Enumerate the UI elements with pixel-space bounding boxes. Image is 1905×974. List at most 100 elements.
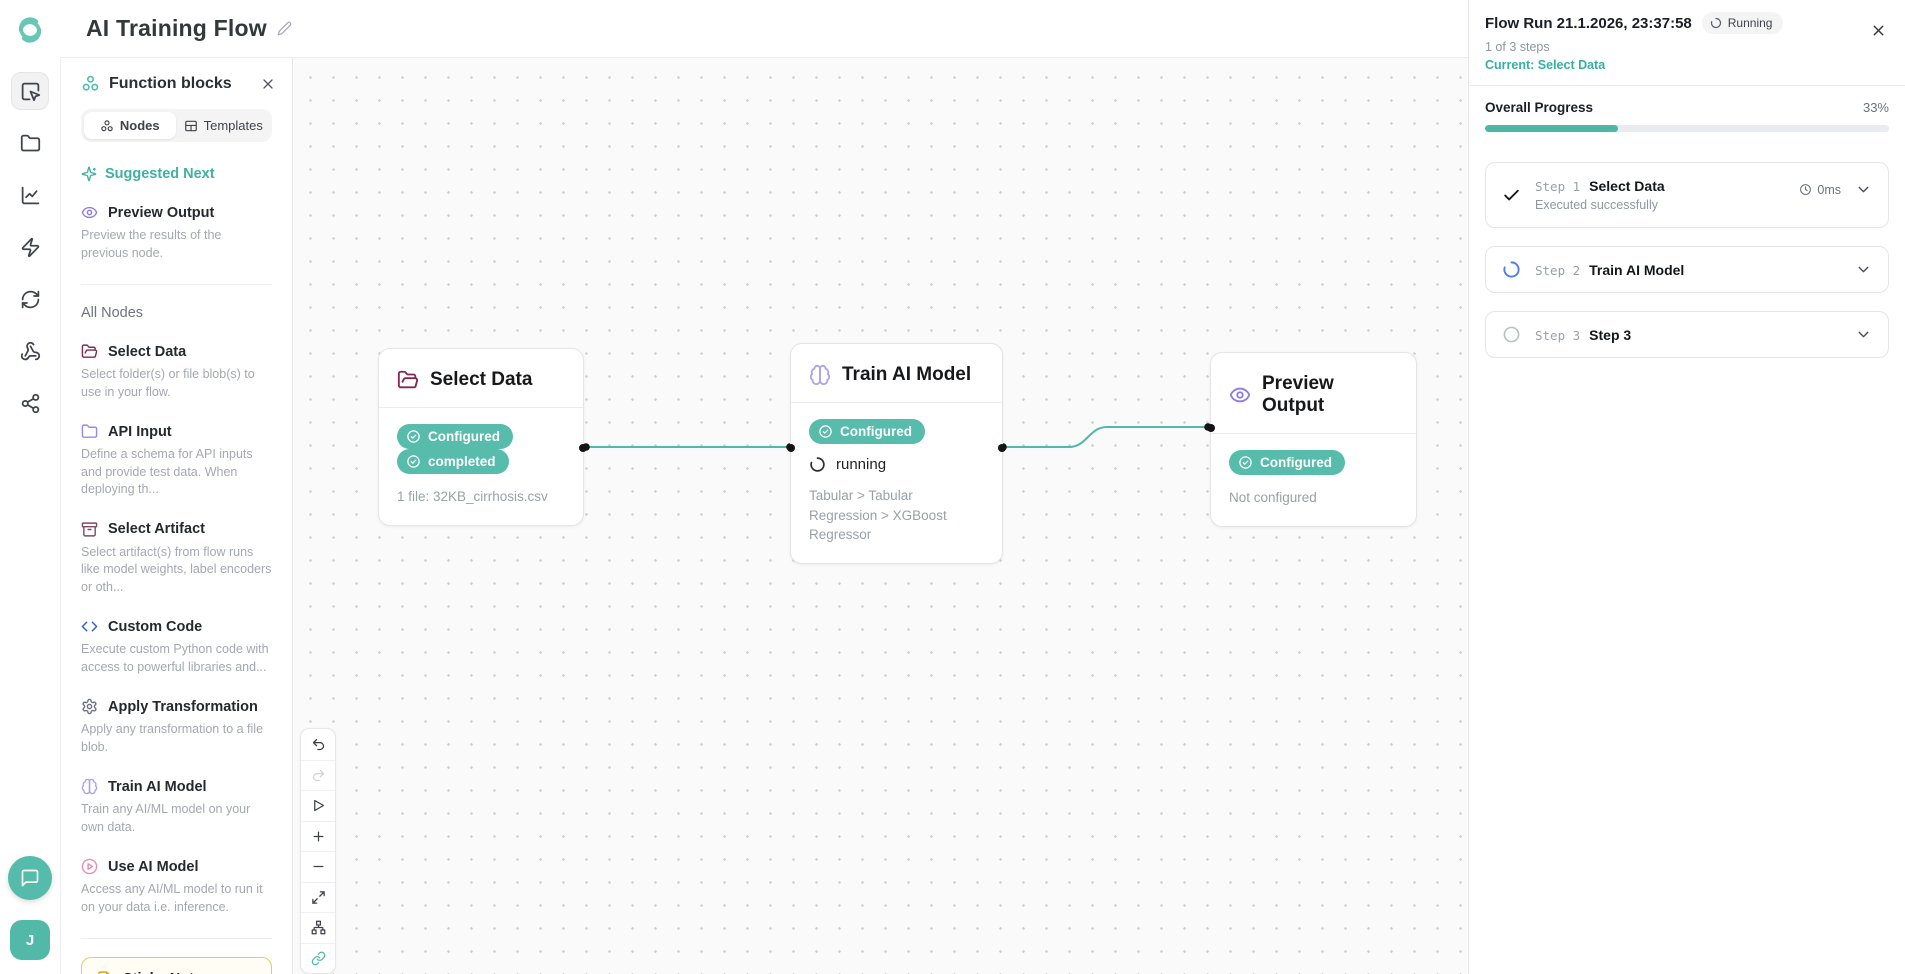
user-avatar[interactable]: J [10, 920, 50, 960]
node-item-select-artifact[interactable]: Select Artifact Select artifact(s) from … [81, 521, 272, 597]
canvas-node-preview-output[interactable]: Preview Output Configured Not configured [1210, 352, 1417, 527]
configured-badge: Configured [1229, 450, 1345, 475]
output-handle[interactable] [998, 444, 1006, 452]
progress-percent: 33% [1863, 100, 1889, 115]
suggested-next-label: Suggested Next [81, 166, 272, 182]
redo-icon[interactable] [301, 760, 335, 791]
nodes-tab-icon [100, 119, 114, 133]
clock-icon [1799, 183, 1812, 196]
step-card-1[interactable]: Step 1 Select Data Executed successfully… [1485, 162, 1889, 228]
sparkles-icon [81, 166, 97, 182]
current-step-label: Current: Select Data [1485, 58, 1889, 72]
node-item-api-input[interactable]: API Input Define a schema for API inputs… [81, 423, 272, 499]
panel-title: Function blocks [109, 75, 251, 93]
step-duration: 0ms [1799, 183, 1841, 197]
progress-bar [1485, 125, 1889, 132]
brain-icon [81, 778, 98, 795]
folder-open-icon [81, 343, 98, 360]
share-icon[interactable] [11, 384, 49, 422]
check-circle-icon [406, 454, 421, 469]
close-run-panel-icon[interactable] [1870, 22, 1887, 39]
brain-icon [809, 364, 831, 386]
run-title: Flow Run 21.1.2026, 23:37:58 [1485, 15, 1692, 32]
archive-icon [81, 521, 98, 538]
tab-templates[interactable]: Templates [178, 112, 270, 139]
input-handle[interactable] [787, 444, 795, 452]
node-item-apply-transformation[interactable]: Apply Transformation Apply any transform… [81, 698, 272, 756]
node-running-status: running [809, 456, 984, 473]
blocks-icon [81, 74, 100, 93]
panel-tabs: Nodes Templates [81, 109, 272, 142]
check-icon [1502, 179, 1521, 212]
rail-nav [11, 72, 49, 422]
pending-circle-icon [1502, 325, 1521, 344]
check-circle-icon [1238, 455, 1253, 470]
configured-badge: Configured [397, 424, 513, 449]
topbar: AI Training Flow [60, 0, 1468, 58]
node-item-custom-code[interactable]: Custom Code Execute custom Python code w… [81, 618, 272, 676]
node-item-preview-output[interactable]: Preview Output Preview the results of th… [81, 204, 272, 262]
running-status-badge: Running [1702, 12, 1784, 34]
panel-close-icon[interactable] [260, 76, 276, 92]
edit-title-icon[interactable] [277, 21, 292, 36]
select-tool-icon[interactable] [11, 72, 49, 110]
folder-icon [81, 423, 98, 440]
icon-rail: J [0, 0, 60, 974]
folder-icon[interactable] [11, 124, 49, 162]
node-item-train-ai-model[interactable]: Train AI Model Train any AI/ML model on … [81, 778, 272, 836]
run-flow-icon[interactable] [301, 790, 335, 821]
auto-layout-icon[interactable] [301, 912, 335, 943]
gear-icon [81, 698, 98, 715]
link-icon[interactable] [301, 943, 335, 974]
undo-icon[interactable] [301, 729, 335, 760]
steps-summary: 1 of 3 steps [1485, 40, 1889, 54]
canvas-node-train-ai-model[interactable]: Train AI Model Configured running Tabula… [790, 343, 1003, 564]
tab-nodes[interactable]: Nodes [84, 112, 176, 139]
zap-icon[interactable] [11, 228, 49, 266]
step-card-3[interactable]: Step 3 Step 3 [1485, 311, 1889, 358]
chevron-down-icon[interactable] [1855, 181, 1872, 198]
fit-view-icon[interactable] [301, 882, 335, 913]
chevron-down-icon[interactable] [1855, 326, 1872, 343]
templates-tab-icon [184, 119, 198, 133]
check-circle-icon [406, 429, 421, 444]
divider [81, 938, 272, 939]
all-nodes-label: All Nodes [81, 305, 272, 321]
chat-button[interactable] [8, 856, 52, 900]
node-file-info: 1 file: 32KB_cirrhosis.csv [397, 487, 565, 507]
progress-bar-fill [1485, 125, 1618, 132]
app-logo [12, 12, 48, 48]
configured-badge: Configured [809, 419, 925, 444]
zoom-in-icon[interactable] [301, 821, 335, 852]
spinner-icon [809, 456, 826, 473]
chevron-down-icon[interactable] [1855, 261, 1872, 278]
flow-run-panel: Flow Run 21.1.2026, 23:37:58 Running 1 o… [1468, 0, 1905, 974]
webhook-icon[interactable] [11, 332, 49, 370]
eye-icon [81, 204, 98, 221]
refresh-icon[interactable] [11, 280, 49, 318]
flow-canvas[interactable]: Select Data Configured completed 1 file:… [293, 58, 1468, 974]
divider [1469, 85, 1905, 86]
panel-content: Suggested Next Preview Output Preview th… [61, 142, 292, 974]
divider [81, 284, 272, 285]
node-item-select-data[interactable]: Select Data Select folder(s) or file blo… [81, 343, 272, 401]
spinner-icon [1710, 17, 1722, 29]
sticky-note-item[interactable]: Sticky Note Add notes to your flow. [81, 957, 272, 974]
play-circle-icon [81, 858, 98, 875]
input-handle[interactable] [1207, 424, 1215, 432]
line-chart-icon[interactable] [11, 176, 49, 214]
output-handle[interactable] [579, 444, 587, 452]
spinner-icon [1502, 260, 1521, 279]
canvas-node-select-data[interactable]: Select Data Configured completed 1 file:… [378, 348, 584, 526]
check-circle-icon [818, 424, 833, 439]
zoom-out-icon[interactable] [301, 851, 335, 882]
node-item-use-ai-model[interactable]: Use AI Model Access any AI/ML model to r… [81, 858, 272, 916]
note-icon [96, 970, 113, 974]
step-card-2[interactable]: Step 2 Train AI Model [1485, 246, 1889, 293]
completed-badge: completed [397, 449, 509, 474]
eye-icon [1229, 384, 1251, 406]
node-model-info: Tabular > Tabular Regression > XGBoost R… [809, 486, 984, 545]
canvas-toolbar [300, 728, 336, 974]
step-result-text: Executed successfully [1535, 198, 1665, 212]
flow-title: AI Training Flow [86, 15, 267, 42]
